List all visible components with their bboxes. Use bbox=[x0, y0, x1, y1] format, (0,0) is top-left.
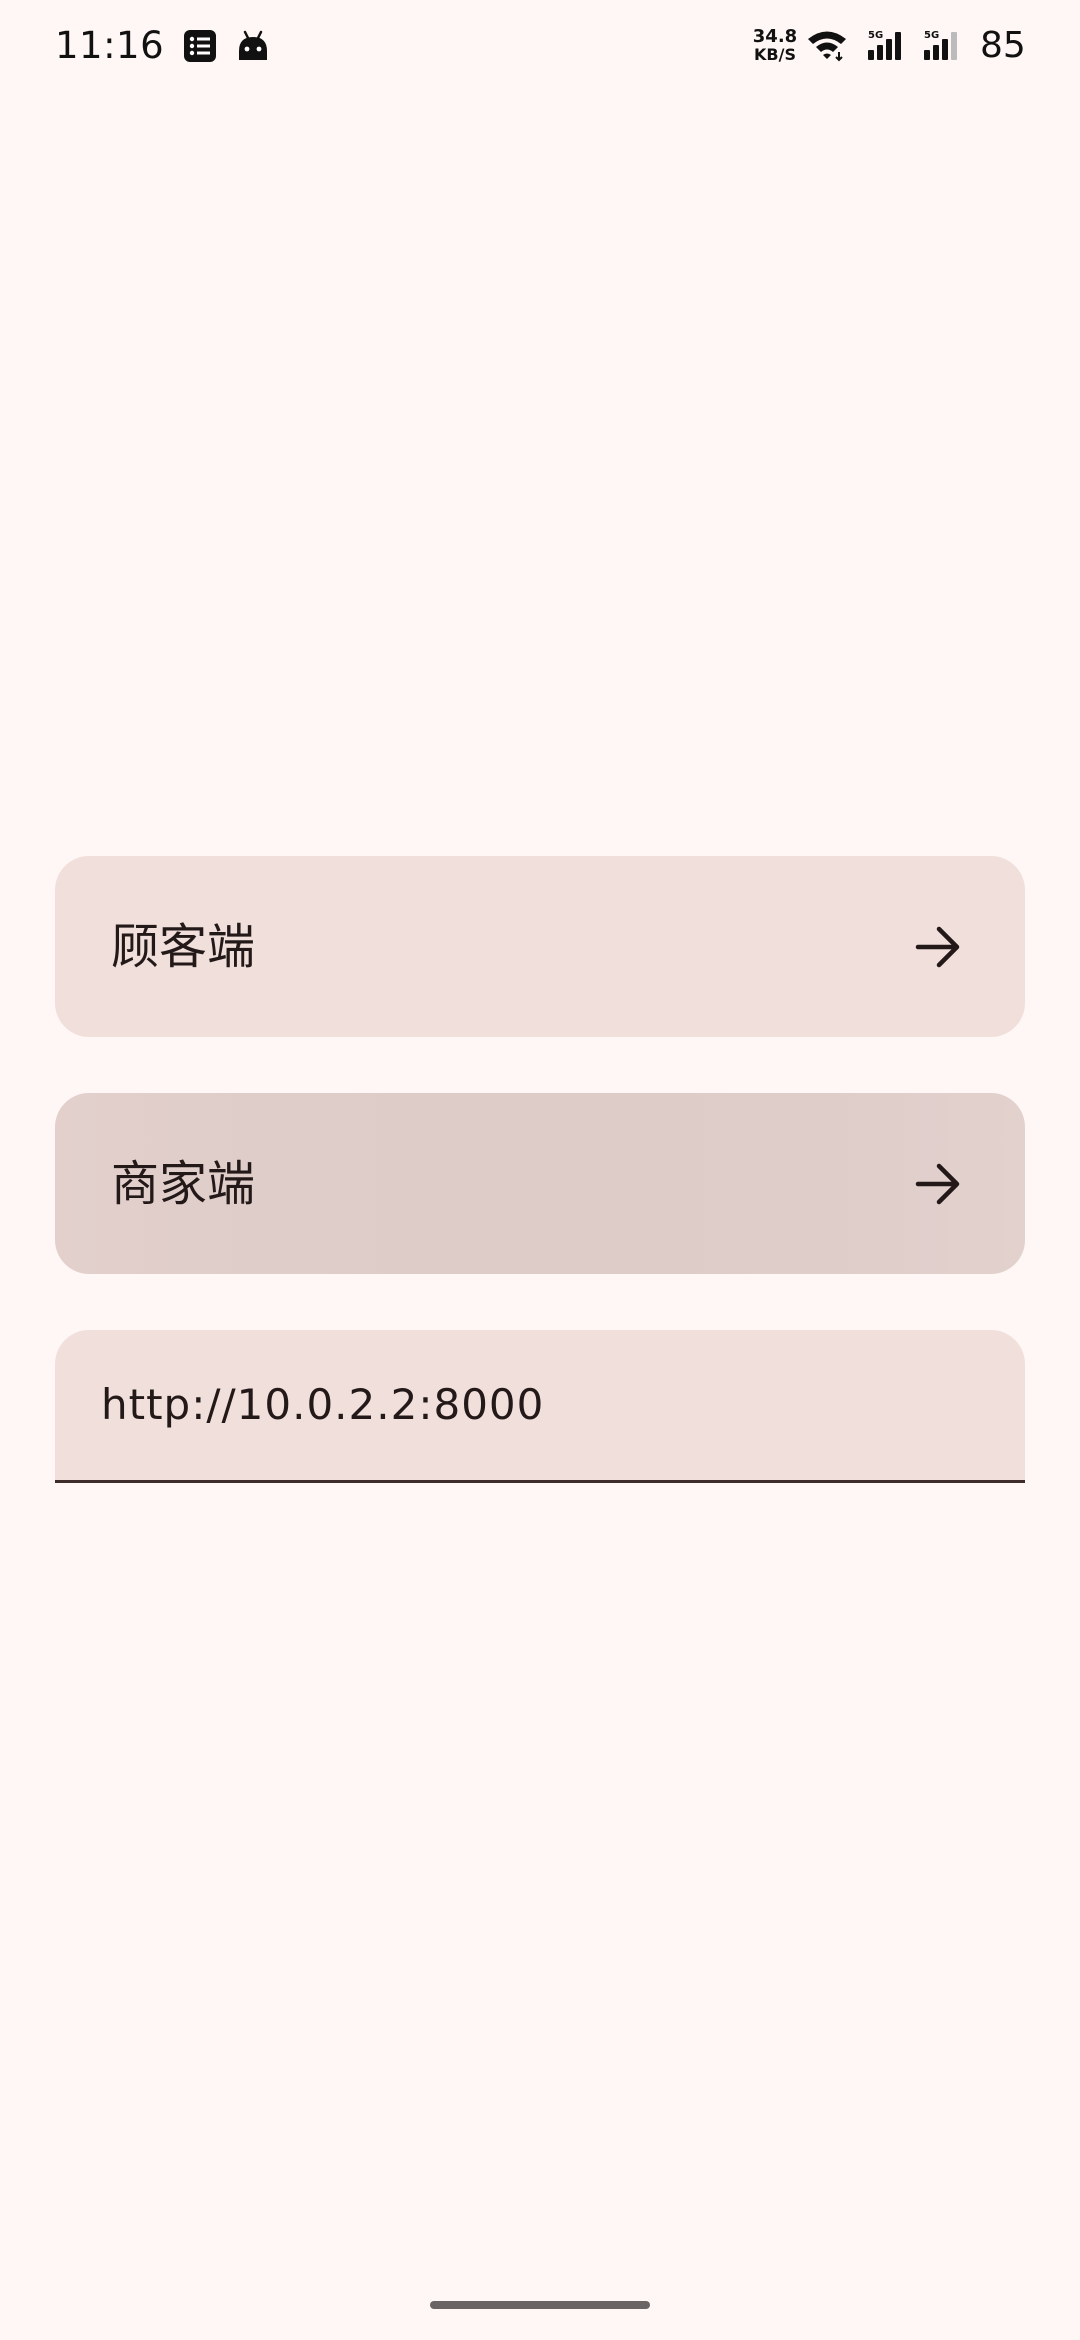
network-speed-unit: KB/S bbox=[754, 45, 796, 64]
server-url-field[interactable] bbox=[55, 1330, 1025, 1483]
signal-label: 5G bbox=[868, 30, 883, 41]
signal-label: 5G bbox=[924, 30, 939, 41]
network-speed-value: 34.8 bbox=[752, 26, 798, 47]
status-time: 11:16 bbox=[55, 24, 165, 67]
android-notification-icon bbox=[239, 30, 267, 60]
list-notification-icon bbox=[184, 30, 216, 62]
merchant-entry-label: 商家端 bbox=[111, 1155, 256, 1212]
customer-entry-label: 顾客端 bbox=[111, 918, 256, 975]
network-speed: 34.8 KB/S bbox=[750, 28, 800, 64]
merchant-entry-button[interactable]: 商家端 bbox=[55, 1093, 1025, 1274]
signal-icon: 5G bbox=[868, 30, 901, 60]
arrow-right-icon bbox=[915, 926, 960, 967]
signal-icon: 5G bbox=[924, 30, 957, 60]
battery-level: 85 bbox=[980, 25, 1026, 66]
arrow-right-icon bbox=[915, 1163, 960, 1204]
server-url-input[interactable] bbox=[101, 1372, 981, 1436]
customer-entry-button[interactable]: 顾客端 bbox=[55, 856, 1025, 1037]
gesture-navigation-bar[interactable] bbox=[430, 2301, 650, 2309]
status-bar: 11:16 34.8 KB/S 5G 5G 85 bbox=[0, 0, 1080, 96]
wifi-icon bbox=[808, 31, 846, 62]
